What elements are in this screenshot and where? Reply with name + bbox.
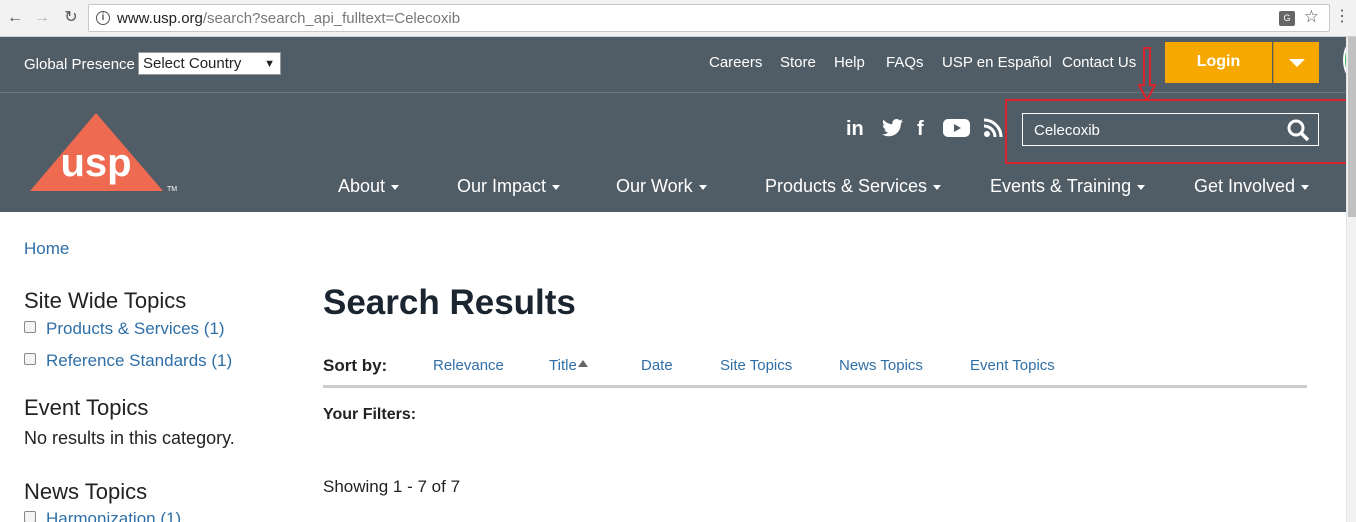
bookmark-star-icon[interactable]: ☆ [1304, 7, 1319, 27]
browser-menu-icon[interactable]: ⋮ [1334, 7, 1350, 27]
page-scrollbar[interactable] [1346, 37, 1356, 522]
page-title: Search Results [323, 283, 576, 322]
filter-harmonization[interactable]: Harmonization (1) [24, 509, 181, 522]
linkedin-icon[interactable]: in [846, 118, 864, 141]
logo-tm: TM [167, 186, 177, 193]
spanish-link[interactable]: USP en Español [942, 54, 1052, 71]
site-wide-topics-heading: Site Wide Topics [24, 288, 187, 313]
facebook-icon[interactable]: f [917, 118, 924, 141]
annotation-highlight-box [1005, 99, 1352, 164]
breadcrumb-home[interactable]: Home [24, 239, 69, 259]
sort-title[interactable]: Title [549, 357, 588, 374]
url-text[interactable]: www.usp.org/search?search_api_fulltext=C… [117, 10, 460, 27]
event-topics-empty: No results in this category. [24, 428, 235, 448]
filter-label[interactable]: Harmonization (1) [46, 509, 181, 522]
nav-our-work[interactable]: Our Work [616, 176, 707, 197]
nav-products-services[interactable]: Products & Services [765, 176, 942, 197]
country-select-value: Select Country [143, 55, 242, 72]
sort-news-topics[interactable]: News Topics [839, 357, 923, 374]
nav-about-label: About [338, 176, 386, 196]
news-topics-heading: News Topics [24, 479, 148, 504]
chevron-down-icon [1289, 59, 1305, 67]
reload-icon[interactable]: ↻ [61, 8, 81, 28]
nav-products-services-label: Products & Services [765, 176, 928, 196]
chevron-down-icon [933, 184, 942, 190]
faqs-link[interactable]: FAQs [886, 54, 924, 71]
store-link[interactable]: Store [780, 54, 816, 71]
sort-divider [323, 385, 1307, 388]
nav-our-work-label: Our Work [616, 176, 693, 196]
nav-about[interactable]: About [338, 176, 400, 197]
chevron-down-icon [391, 184, 400, 190]
sort-event-topics[interactable]: Event Topics [970, 357, 1055, 374]
sort-ascending-icon [577, 360, 588, 367]
translate-icon[interactable]: G [1279, 11, 1295, 26]
twitter-icon[interactable] [882, 118, 904, 144]
usp-logo[interactable]: usp TM [30, 113, 180, 198]
address-bar[interactable]: i www.usp.org/search?search_api_fulltext… [88, 4, 1330, 32]
info-icon[interactable]: i [96, 11, 110, 25]
back-arrow-icon[interactable]: ← [5, 8, 25, 28]
nav-our-impact-label: Our Impact [457, 176, 547, 196]
browser-toolbar: ← → ↻ i www.usp.org/search?search_api_fu… [0, 0, 1356, 37]
login-button[interactable]: Login [1165, 42, 1272, 83]
site-header: usp TM in f Celecoxib About Our Impact O… [0, 47, 1352, 212]
rss-icon[interactable] [983, 118, 1003, 144]
url-path: /search?search_api_fulltext=Celecoxib [202, 10, 461, 27]
results-count: Showing 1 - 7 of 7 [323, 477, 461, 496]
select-caret-icon: ▼ [264, 58, 275, 70]
chevron-down-icon [698, 184, 707, 190]
contact-link[interactable]: Contact Us [1062, 54, 1136, 71]
forward-arrow-icon[interactable]: → [32, 8, 52, 28]
nav-get-involved-label: Get Involved [1194, 176, 1296, 196]
chevron-down-icon [1137, 184, 1146, 190]
nav-our-impact[interactable]: Our Impact [457, 176, 561, 197]
scrollbar-thumb[interactable] [1348, 37, 1356, 217]
global-presence-label: Global Presence [24, 56, 135, 73]
sort-title-label: Title [549, 357, 577, 374]
nav-get-involved[interactable]: Get Involved [1194, 176, 1310, 197]
nav-events-training-label: Events & Training [990, 176, 1132, 196]
filter-label[interactable]: Reference Standards (1) [46, 351, 232, 370]
help-link[interactable]: Help [834, 54, 865, 71]
careers-link[interactable]: Careers [709, 54, 762, 71]
chevron-down-icon [1301, 184, 1310, 190]
login-dropdown-button[interactable] [1273, 42, 1319, 83]
annotation-arrow-icon [1137, 47, 1157, 103]
your-filters-label: Your Filters: [323, 406, 417, 423]
youtube-icon[interactable] [943, 118, 970, 144]
checkbox[interactable] [24, 321, 36, 333]
url-host: www.usp.org [117, 10, 203, 27]
checkbox[interactable] [24, 353, 36, 365]
sort-by-label: Sort by: [323, 356, 388, 375]
event-topics-heading: Event Topics [24, 395, 149, 420]
nav-events-training[interactable]: Events & Training [990, 176, 1146, 197]
chevron-down-icon [552, 184, 561, 190]
country-select[interactable]: Select Country ▼ [138, 52, 281, 75]
sort-relevance[interactable]: Relevance [433, 357, 504, 374]
sort-date[interactable]: Date [641, 357, 673, 374]
filter-products-services[interactable]: Products & Services (1) [24, 319, 225, 339]
logo-text: usp [60, 141, 131, 185]
filter-label[interactable]: Products & Services (1) [46, 319, 225, 338]
sort-site-topics[interactable]: Site Topics [720, 357, 792, 374]
filter-reference-standards[interactable]: Reference Standards (1) [24, 351, 232, 371]
checkbox[interactable] [24, 511, 36, 522]
